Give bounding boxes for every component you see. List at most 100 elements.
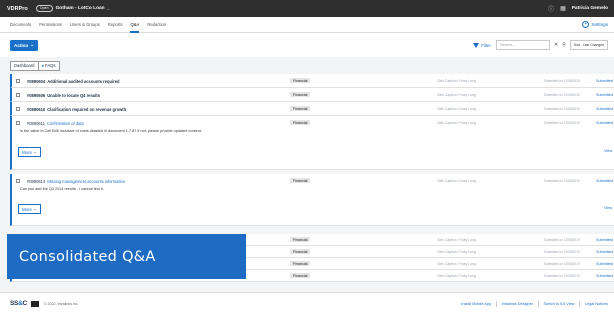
submitted-date: Submitted on 12/05/2019 <box>544 107 580 111</box>
settings-label: Settings <box>591 22 608 27</box>
plus-circle-icon: + <box>582 21 590 28</box>
submitted-date: Submitted on 12/05/2019 <box>544 179 580 183</box>
row-checkbox[interactable] <box>16 92 20 97</box>
assignee-text: Girls Caption / Huey Long <box>437 179 476 183</box>
category-badge: Financial <box>290 261 311 266</box>
question-row[interactable]: #0890604 Additional audited accounts requ… <box>10 74 614 88</box>
faqs-tab[interactable]: ● FAQs <box>37 60 60 71</box>
row-checkbox[interactable] <box>16 178 20 183</box>
more-label: More <box>22 206 33 212</box>
question-title[interactable]: #0890611 Confirmation of data <box>27 121 84 126</box>
tab-redaction[interactable]: Redaction <box>147 17 166 33</box>
chevron-down-icon[interactable]: ⌄ <box>107 6 110 11</box>
project-selector[interactable]: Gotham - LotCo Loan <box>56 6 105 11</box>
clear-search-icon[interactable]: ✕ <box>554 42 558 48</box>
main-nav: Documents Permissions Users & Groups Rep… <box>0 17 614 33</box>
row-checkbox[interactable] <box>16 106 20 111</box>
question-id: #0890613 <box>27 178 46 184</box>
submitted-date: Submitted on 12/05/2019 <box>544 93 580 97</box>
ssc-logo: SS&C <box>10 300 27 307</box>
assignee-text: Girls Caption / Huey Long <box>437 274 476 278</box>
more-label: More <box>22 149 33 155</box>
view-link[interactable]: View <box>604 149 612 153</box>
question-text: Missing management accounts information <box>47 178 126 184</box>
submitted-date: Submitted on 12/05/2019 <box>544 79 580 83</box>
footer: SS&C © 2022, Intralinks Inc. Install Mob… <box>0 292 614 314</box>
copyright-text: © 2022, Intralinks Inc. <box>43 301 79 306</box>
question-id: #0890606 <box>27 92 46 98</box>
footer-links: Install Mobile App Intralinks Designer S… <box>461 300 608 307</box>
question-text: Clarification required on revenue growth <box>47 106 127 112</box>
question-body: Is the value in Cell B46 inclusive of co… <box>20 129 202 133</box>
assignee-text: Girls Caption / Huey Long <box>437 107 476 111</box>
submitted-date: Submitted on 12/05/2019 <box>544 238 580 242</box>
question-title[interactable]: #0890606 Unable to locate Q4 results <box>27 93 100 98</box>
switch-view-link[interactable]: Switch to 5.5 View <box>544 302 575 306</box>
category-badge: Financial <box>290 249 311 254</box>
chevron-down-icon: ⌄ <box>30 42 35 47</box>
assignee-text: Girls Caption / Huey Long <box>437 238 476 242</box>
question-title[interactable]: #0890613 Missing management accounts info… <box>27 179 125 184</box>
status-label: Submitted <box>596 249 614 254</box>
category-badge: Financial <box>290 120 311 125</box>
tab-users-groups[interactable]: Users & Groups <box>70 17 100 33</box>
status-label: Submitted <box>596 78 614 83</box>
row-checkbox[interactable] <box>16 78 20 83</box>
sort-select[interactable]: Sort : Last Changed <box>569 40 608 50</box>
question-row-expanded[interactable]: #0890613 Missing management accounts info… <box>10 174 614 226</box>
tab-reports[interactable]: Reports <box>108 17 123 33</box>
chevron-down-icon: ⌄ <box>33 149 37 154</box>
action-button[interactable]: Action ⌄ <box>10 39 39 51</box>
apps-icon[interactable]: ▦ <box>560 5 566 12</box>
install-mobile-app-link[interactable]: Install Mobile App <box>461 302 491 306</box>
settings-button[interactable]: + Settings <box>582 21 608 28</box>
search-icon[interactable]: ⚲ <box>562 42 566 48</box>
footer-divider <box>538 300 539 307</box>
category-badge: Financial <box>290 106 311 111</box>
question-row[interactable]: #0890610 Clarification required on revenu… <box>10 102 614 116</box>
assignee-text: Girls Caption / Huey Long <box>437 121 476 125</box>
filter-button[interactable]: Filter <box>473 42 491 48</box>
intralinks-logo <box>30 300 39 307</box>
assignee-text: Girls Caption / Huey Long <box>437 250 476 254</box>
assignee-text: Girls Caption / Huey Long <box>437 79 476 83</box>
faq-icon: ● <box>41 63 45 68</box>
category-badge: Financial <box>290 273 311 278</box>
help-icon[interactable]: ⓘ <box>548 4 554 13</box>
tab-documents[interactable]: Documents <box>10 17 31 33</box>
question-text: Unable to locate Q4 results <box>47 92 100 98</box>
search-input[interactable]: Search... <box>495 40 550 50</box>
chevron-down-icon: ⌄ <box>33 206 37 211</box>
more-button[interactable]: More ⌄ <box>18 147 41 157</box>
question-row-expanded[interactable]: #0890611 Confirmation of data Financial G… <box>10 116 614 170</box>
status-label: Submitted <box>596 92 614 97</box>
category-badge: Financial <box>290 178 311 183</box>
submitted-date: Submitted on 12/05/2019 <box>544 262 580 266</box>
assignee-text: Girls Caption / Huey Long <box>437 262 476 266</box>
footer-divider <box>579 300 580 307</box>
more-button[interactable]: More ⌄ <box>18 204 41 214</box>
top-right-controls: ⓘ ▦ Patricia Gemelo <box>548 4 608 13</box>
status-label: Submitted <box>596 273 614 278</box>
open-status-badge: Open <box>35 5 53 12</box>
top-bar: VDRPro Open Gotham - LotCo Loan ⌄ ⓘ ▦ Pa… <box>0 0 614 17</box>
category-badge: Financial <box>290 92 311 97</box>
filter-label: Filter <box>481 42 491 48</box>
row-checkbox[interactable] <box>16 120 20 125</box>
status-label: Submitted <box>596 178 614 183</box>
question-title[interactable]: #0890610 Clarification required on revenu… <box>27 107 126 112</box>
question-title[interactable]: #0890604 Additional audited accounts requ… <box>27 79 120 84</box>
submitted-date: Submitted on 12/05/2019 <box>544 274 580 278</box>
dashboard-tab[interactable]: Dashboard <box>10 60 38 71</box>
tab-qa[interactable]: Q&A <box>130 17 139 33</box>
brand-logo[interactable]: VDRPro <box>7 6 28 12</box>
question-text: Confirmation of data <box>46 120 84 126</box>
question-row[interactable]: #0890606 Unable to locate Q4 results Fina… <box>10 88 614 102</box>
legal-notices-link[interactable]: Legal Notices <box>585 302 608 306</box>
question-id: #0890610 <box>27 106 46 112</box>
user-menu[interactable]: Patricia Gemelo <box>572 6 608 11</box>
view-link[interactable]: View <box>604 206 612 210</box>
intralinks-designer-link[interactable]: Intralinks Designer <box>502 302 533 306</box>
category-badge: Financial <box>290 78 311 83</box>
tab-permissions[interactable]: Permissions <box>39 17 62 33</box>
